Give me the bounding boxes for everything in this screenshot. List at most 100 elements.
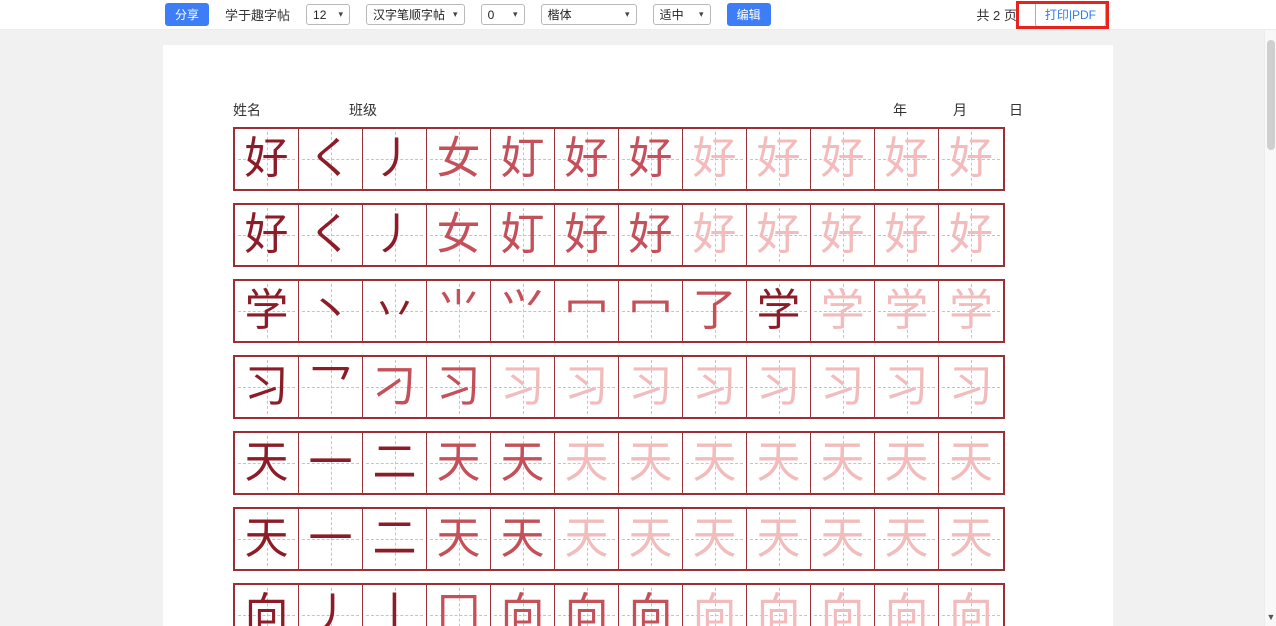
grid-cell: 天	[747, 433, 811, 493]
grid-cell: 向	[683, 585, 747, 626]
practice-glyph: 冂	[437, 593, 481, 626]
grid-cell: 向	[235, 585, 299, 626]
practice-glyph: く	[309, 137, 353, 181]
grid-cell: 好	[939, 205, 1003, 265]
practice-glyph: 天	[757, 441, 801, 485]
practice-glyph: 向	[501, 593, 545, 626]
grid-cell: 丨	[363, 585, 427, 626]
sheet-type-value: 汉字笔顺字帖	[373, 6, 445, 23]
practice-glyph: 女	[437, 137, 481, 181]
scrollbar[interactable]: ▼	[1264, 30, 1276, 626]
grid-cell: 刁	[363, 357, 427, 417]
practice-glyph: 二	[373, 441, 417, 485]
practice-glyph: 向	[565, 593, 609, 626]
offset-value: 0	[488, 8, 495, 22]
grid-cell: 向	[747, 585, 811, 626]
grid-row: 好く丿女奵好好好好好好好	[233, 127, 1005, 191]
grid-cell: 好	[875, 205, 939, 265]
practice-glyph: 丿	[309, 593, 353, 626]
print-pdf-button[interactable]: 打印|PDF	[1035, 2, 1106, 27]
practice-glyph: 向	[949, 593, 993, 626]
grid-cell: 向	[619, 585, 683, 626]
app-title: 学于趣字帖	[225, 5, 290, 24]
class-label: 班级	[349, 100, 377, 120]
practice-glyph: 冖	[629, 289, 673, 333]
grid-cell: 天	[811, 509, 875, 569]
grid-cell: 习	[619, 357, 683, 417]
grid-cell: 丿	[363, 205, 427, 265]
practice-glyph: 天	[437, 517, 481, 561]
practice-glyph: 女	[437, 213, 481, 257]
practice-glyph: 奵	[501, 137, 545, 181]
practice-glyph: 好	[693, 137, 737, 181]
grid-cell: 丿	[299, 585, 363, 626]
practice-glyph: 好	[629, 137, 673, 181]
grid-cell: 奵	[491, 129, 555, 189]
practice-glyph: 好	[821, 213, 865, 257]
grid-cell: 天	[683, 509, 747, 569]
sheet-type-select[interactable]: 汉字笔顺字帖 ▾	[366, 4, 465, 25]
practice-glyph: 习	[885, 365, 929, 409]
grid-cell: 习	[427, 357, 491, 417]
chevron-down-icon: ▾	[339, 9, 344, 20]
grid-cell: 好	[683, 205, 747, 265]
grid-cell: 奵	[491, 205, 555, 265]
edit-button[interactable]: 编辑	[727, 3, 771, 26]
grid-cell: 好	[875, 129, 939, 189]
spacing-select[interactable]: 适中 ▾	[653, 4, 711, 25]
practice-glyph: 学	[757, 289, 801, 333]
practice-glyph: 了	[693, 289, 737, 333]
grid-cell: 天	[747, 509, 811, 569]
grid-cell: 习	[811, 357, 875, 417]
font-size-select[interactable]: 12 ▾	[306, 4, 350, 25]
practice-glyph: 丶	[309, 289, 353, 333]
grid-cell: 好	[939, 129, 1003, 189]
grid-cell: 了	[683, 281, 747, 341]
grid-cell: 好	[747, 129, 811, 189]
grid-cell: 天	[619, 433, 683, 493]
practice-glyph: 学	[245, 289, 289, 333]
practice-glyph: 丿	[373, 137, 417, 181]
grid-cell: 女	[427, 129, 491, 189]
practice-glyph: 好	[565, 213, 609, 257]
practice-glyph: 天	[565, 441, 609, 485]
grid-cell: 好	[555, 205, 619, 265]
grid-cell: 一	[299, 433, 363, 493]
grid-cell: 向	[491, 585, 555, 626]
practice-glyph: 天	[821, 441, 865, 485]
practice-glyph: 好	[245, 137, 289, 181]
practice-glyph: 好	[885, 137, 929, 181]
content-area: 姓名 班级 年 月 日 好く丿女奵好好好好好好好好く丿女奵好好好好好好好学丶丷⺌…	[0, 30, 1264, 626]
grid-cell: 天	[875, 509, 939, 569]
grid-cell: 习	[555, 357, 619, 417]
offset-select[interactable]: 0 ▾	[481, 4, 525, 25]
grid-cell: 好	[683, 129, 747, 189]
grid-cell: 乛	[299, 357, 363, 417]
grid-cell: 习	[747, 357, 811, 417]
grid-cell: 向	[811, 585, 875, 626]
grid-cell: 向	[939, 585, 1003, 626]
practice-glyph: 好	[757, 137, 801, 181]
practice-glyph: 丿	[373, 213, 417, 257]
practice-glyph: 天	[885, 517, 929, 561]
scrollbar-thumb[interactable]	[1267, 40, 1275, 150]
font-family-value: 楷体	[548, 6, 572, 23]
practice-glyph: 向	[245, 593, 289, 626]
grid-cell: く	[299, 129, 363, 189]
grid-row: 向丿丨冂向向向向向向向向	[233, 583, 1005, 626]
grid-cell: 好	[235, 129, 299, 189]
share-button[interactable]: 分享	[165, 3, 209, 26]
grid-cell: 天	[555, 509, 619, 569]
practice-glyph: 向	[629, 593, 673, 626]
font-family-select[interactable]: 楷体 ▾	[541, 4, 637, 25]
practice-glyph: ⺍	[501, 289, 545, 333]
toolbar: 分享 学于趣字帖 12 ▾ 汉字笔顺字帖 ▾ 0 ▾ 楷体 ▾ 适中 ▾ 编辑 …	[0, 0, 1276, 30]
grid-cell: 天	[427, 509, 491, 569]
grid-cell: 学	[811, 281, 875, 341]
grid-cell: 天	[491, 509, 555, 569]
practice-glyph: 习	[821, 365, 865, 409]
grid-cell: 冖	[619, 281, 683, 341]
scroll-down-arrow-icon[interactable]: ▼	[1265, 610, 1276, 624]
grid-cell: 丶	[299, 281, 363, 341]
grid-cell: 天	[235, 509, 299, 569]
